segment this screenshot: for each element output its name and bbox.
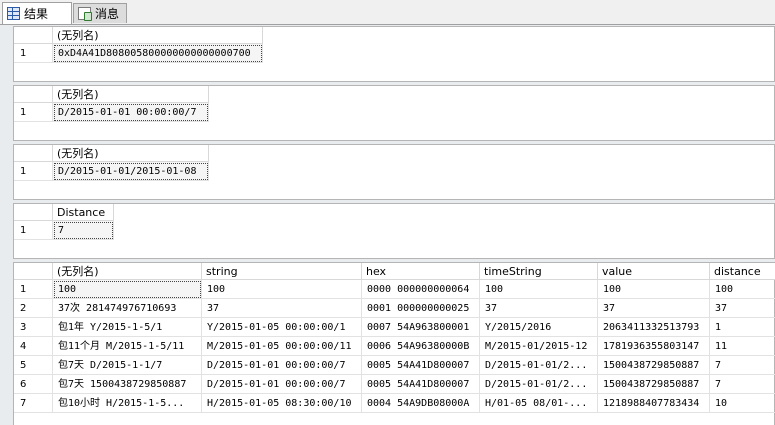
cell-noname[interactable]: 包10小时 H/2015-1-5... [53, 394, 202, 413]
row-header-corner[interactable] [14, 86, 53, 103]
cell-string[interactable]: D/2015-01-01 00:00:00/7 [202, 375, 362, 394]
cell-string[interactable]: Y/2015-01-05 00:00:00/1 [202, 318, 362, 337]
column-header[interactable]: Distance [53, 204, 114, 221]
messages-icon [78, 7, 92, 21]
cell-hex[interactable]: 0006 54A96380000B [362, 337, 480, 356]
cell-hex[interactable]: 0004 54A9DB08000A [362, 394, 480, 413]
cell-timestring[interactable]: M/2015-01/2015-12 [480, 337, 598, 356]
cell-distance[interactable]: 10 [710, 394, 775, 413]
table-cell[interactable]: D/2015-01-01 00:00:00/7 [53, 103, 209, 122]
column-header-string[interactable]: string [202, 263, 362, 280]
column-header-timestring[interactable]: timeString [480, 263, 598, 280]
cell-noname[interactable]: 37次 281474976710693 [53, 299, 202, 318]
cell-value[interactable]: 1781936355803147 [598, 337, 710, 356]
tab-messages[interactable]: 消息 [73, 3, 127, 23]
cell-hex[interactable]: 0007 54A963800001 [362, 318, 480, 337]
result-grid-4[interactable]: Distance 1 7 [13, 203, 775, 259]
cell-value[interactable]: 1218988407783434 [598, 394, 710, 413]
cell-value[interactable]: 37 [598, 299, 710, 318]
table-cell[interactable]: 7 [53, 221, 114, 240]
result-grid-3[interactable]: (无列名) 1 D/2015-01-01/2015-01-08 [13, 144, 775, 200]
cell-distance[interactable]: 11 [710, 337, 775, 356]
row-header-corner[interactable] [14, 27, 53, 44]
tab-results-label: 结果 [24, 7, 49, 21]
row-number[interactable]: 7 [14, 394, 53, 413]
cell-noname[interactable]: 包7天 1500438729850887 [53, 375, 202, 394]
cell-distance[interactable]: 37 [710, 299, 775, 318]
row-header-corner[interactable] [14, 204, 53, 221]
cell-timestring[interactable]: 100 [480, 280, 598, 299]
cell-hex[interactable]: 0005 54A41D800007 [362, 375, 480, 394]
result-grid-5[interactable]: (无列名) string hex timeString value distance 1 1… [13, 262, 775, 425]
column-header-noname[interactable]: (无列名) [53, 263, 202, 280]
tab-results[interactable]: 结果 [2, 2, 72, 24]
table-cell[interactable]: D/2015-01-01/2015-01-08 [53, 162, 209, 181]
row-number[interactable]: 1 [14, 280, 53, 299]
cell-noname[interactable]: 包7天 D/2015-1-1/7 [53, 356, 202, 375]
cell-hex[interactable]: 0000 000000000064 [362, 280, 480, 299]
cell-timestring[interactable]: D/2015-01-01/2... [480, 356, 598, 375]
cell-string[interactable]: H/2015-01-05 08:30:00/10 [202, 394, 362, 413]
cell-timestring[interactable]: Y/2015/2016 [480, 318, 598, 337]
row-number[interactable]: 1 [14, 103, 53, 122]
cell-timestring[interactable]: D/2015-01-01/2... [480, 375, 598, 394]
cell-distance[interactable]: 100 [710, 280, 775, 299]
cell-distance[interactable]: 1 [710, 318, 775, 337]
cell-noname[interactable]: 包1年 Y/2015-1-5/1 [53, 318, 202, 337]
column-header[interactable]: (无列名) [53, 27, 263, 44]
tab-messages-label: 消息 [95, 7, 120, 21]
result-grid-1[interactable]: (无列名) 1 0xD4A41D808005800000000000000700 [13, 26, 775, 82]
row-number[interactable]: 1 [14, 44, 53, 63]
column-header-hex[interactable]: hex [362, 263, 480, 280]
cell-distance[interactable]: 7 [710, 356, 775, 375]
row-number[interactable]: 5 [14, 356, 53, 375]
row-number[interactable]: 4 [14, 337, 53, 356]
row-header-corner[interactable] [14, 263, 53, 280]
results-grid-icon [7, 7, 20, 20]
cell-noname[interactable]: 100 [53, 280, 202, 299]
cell-value[interactable]: 1500438729850887 [598, 375, 710, 394]
cell-string[interactable]: 37 [202, 299, 362, 318]
column-header[interactable]: (无列名) [53, 145, 209, 162]
cell-value[interactable]: 2063411332513793 [598, 318, 710, 337]
table-cell[interactable]: 0xD4A41D808005800000000000000700 [53, 44, 263, 63]
row-number[interactable]: 1 [14, 162, 53, 181]
row-number[interactable]: 6 [14, 375, 53, 394]
cell-string[interactable]: D/2015-01-01 00:00:00/7 [202, 356, 362, 375]
row-number[interactable]: 1 [14, 221, 53, 240]
row-header-corner[interactable] [14, 145, 53, 162]
column-header-value[interactable]: value [598, 263, 710, 280]
cell-noname[interactable]: 包11个月 M/2015-1-5/11 [53, 337, 202, 356]
cell-value[interactable]: 100 [598, 280, 710, 299]
column-header[interactable]: (无列名) [53, 86, 209, 103]
row-number[interactable]: 3 [14, 318, 53, 337]
cell-string[interactable]: 100 [202, 280, 362, 299]
cell-timestring[interactable]: 37 [480, 299, 598, 318]
row-number[interactable]: 2 [14, 299, 53, 318]
cell-timestring[interactable]: H/01-05 08/01-... [480, 394, 598, 413]
result-grid-2[interactable]: (无列名) 1 D/2015-01-01 00:00:00/7 [13, 85, 775, 141]
cell-hex[interactable]: 0005 54A41D800007 [362, 356, 480, 375]
result-tabbar: 结果 消息 [0, 0, 775, 25]
cell-hex[interactable]: 0001 000000000025 [362, 299, 480, 318]
cell-string[interactable]: M/2015-01-05 00:00:00/11 [202, 337, 362, 356]
cell-distance[interactable]: 7 [710, 375, 775, 394]
column-header-distance[interactable]: distance [710, 263, 775, 280]
cell-value[interactable]: 1500438729850887 [598, 356, 710, 375]
